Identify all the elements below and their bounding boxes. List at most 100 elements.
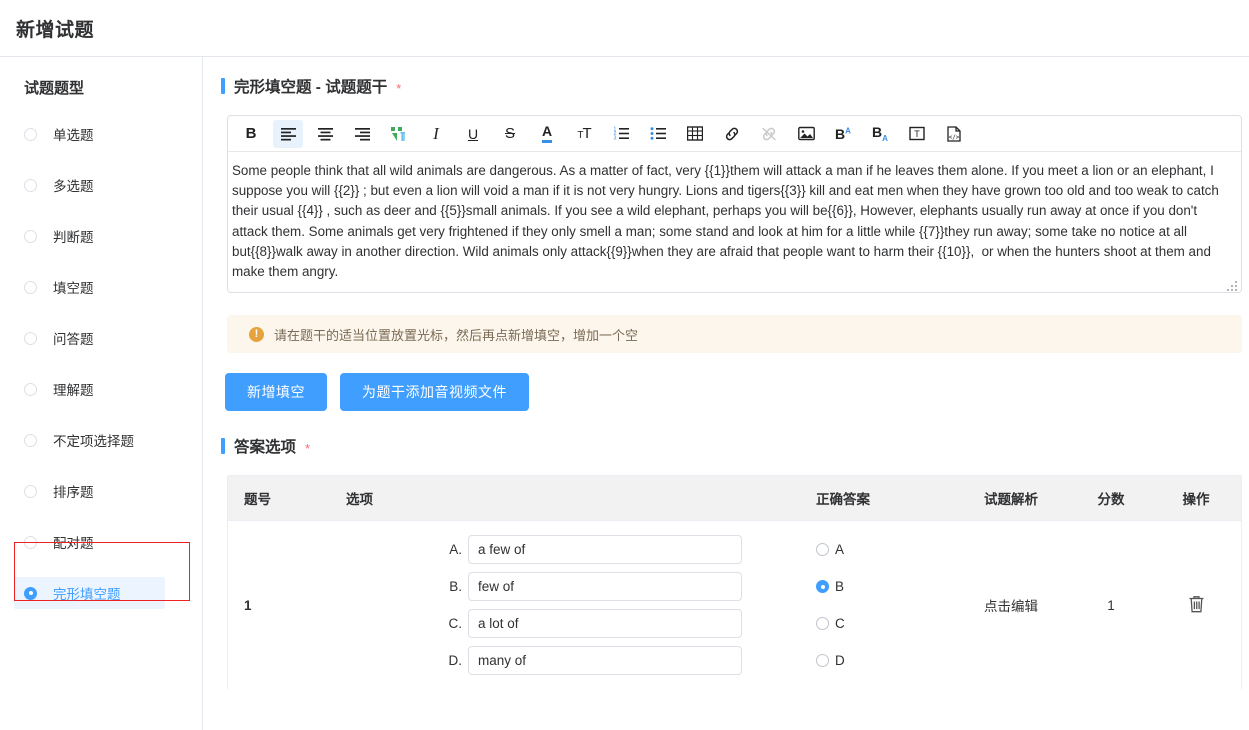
sidebar-item-7[interactable]: 不定项选择题 bbox=[0, 424, 202, 456]
answer-section-title: 答案选项 bbox=[234, 439, 297, 457]
radio-icon[interactable] bbox=[816, 543, 829, 557]
app-header: 新增试题 bbox=[0, 0, 1249, 57]
radio-icon[interactable] bbox=[24, 229, 37, 243]
sidebar-item-8[interactable]: 排序题 bbox=[0, 475, 202, 507]
blank-hint-alert: ! 请在题干的适当位置放置光标，然后再点新增填空，增加一个空 bbox=[227, 315, 1242, 354]
trash-icon[interactable] bbox=[1187, 594, 1206, 617]
sidebar: 试题题型 单选题多选题判断题填空题问答题理解题不定项选择题排序题配对题完形填空题 bbox=[0, 57, 203, 730]
option-line: C. bbox=[346, 609, 816, 639]
radio-icon[interactable] bbox=[24, 280, 37, 294]
edit-explanation-link[interactable]: 点击编辑 bbox=[984, 599, 1038, 614]
underline-icon[interactable]: U bbox=[458, 120, 488, 148]
blank-hint-text: 请在题干的适当位置放置光标，然后再点新增填空，增加一个空 bbox=[274, 327, 639, 343]
answer-section-header: 答案选项 * bbox=[221, 435, 1249, 457]
radio-icon[interactable] bbox=[816, 654, 829, 668]
add-media-button[interactable]: 为题干添加音视频文件 bbox=[340, 373, 529, 412]
align-center-icon[interactable] bbox=[310, 120, 340, 148]
radio-icon[interactable] bbox=[24, 484, 37, 498]
radio-icon[interactable] bbox=[24, 433, 37, 447]
column-header-1: 题号 bbox=[228, 476, 330, 522]
text-box-icon[interactable]: T bbox=[902, 120, 932, 148]
stem-passage-text[interactable]: Some people think that all wild animals … bbox=[232, 161, 1231, 282]
stem-editor-body[interactable]: Some people think that all wild animals … bbox=[228, 152, 1241, 292]
action-cell bbox=[1151, 521, 1241, 690]
bold-icon[interactable]: B bbox=[236, 120, 266, 148]
radio-icon[interactable] bbox=[816, 617, 829, 631]
correct-answer-option-A[interactable]: A bbox=[816, 535, 951, 564]
radio-icon[interactable] bbox=[24, 178, 37, 192]
align-right-icon[interactable] bbox=[347, 120, 377, 148]
option-input-2[interactable] bbox=[468, 572, 742, 602]
superscript-icon[interactable]: BA bbox=[828, 120, 858, 148]
page-title: 新增试题 bbox=[16, 19, 95, 41]
column-header-6: 操作 bbox=[1151, 476, 1241, 522]
sidebar-item-label: 排序题 bbox=[53, 485, 94, 500]
source-code-icon[interactable]: </> bbox=[939, 120, 969, 148]
link-icon[interactable] bbox=[717, 120, 747, 148]
radio-icon[interactable] bbox=[816, 580, 829, 594]
sidebar-item-3[interactable]: 判断题 bbox=[0, 220, 202, 252]
add-blank-button[interactable]: 新增填空 bbox=[225, 373, 327, 412]
option-letter: D. bbox=[448, 653, 463, 669]
table-body: 1 A. B. C. D. A B C D 点击编辑 1 bbox=[228, 521, 1241, 690]
sidebar-item-label: 完形填空题 bbox=[53, 587, 121, 602]
stem-editor: B I U S A TT 1 2 3 BA BA T </> Some people think tha… bbox=[227, 115, 1242, 294]
sidebar-title: 试题题型 bbox=[24, 80, 85, 97]
italic-icon[interactable]: I bbox=[421, 120, 451, 148]
unlink-icon bbox=[754, 120, 784, 148]
correct-answer-label: C bbox=[835, 616, 845, 632]
page-body: 试题题型 单选题多选题判断题填空题问答题理解题不定项选择题排序题配对题完形填空题… bbox=[0, 57, 1249, 730]
editor-resize-handle[interactable] bbox=[1227, 278, 1239, 292]
radio-icon[interactable] bbox=[24, 586, 37, 600]
table-header-row: 题号 选项 正确答案 试题解析 分数 操作 bbox=[228, 476, 1241, 522]
font-color-icon[interactable]: A bbox=[532, 120, 562, 148]
ordered-list-icon[interactable]: 123 bbox=[606, 120, 636, 148]
option-letter: A. bbox=[449, 542, 462, 558]
align-left-icon[interactable] bbox=[273, 119, 303, 148]
option-line: D. bbox=[346, 646, 816, 676]
sidebar-item-9[interactable]: 配对题 bbox=[0, 526, 202, 558]
column-header-5: 分数 bbox=[1071, 476, 1151, 522]
sidebar-item-label: 单选题 bbox=[53, 128, 94, 143]
table-icon[interactable] bbox=[680, 120, 710, 148]
sidebar-item-6[interactable]: 理解题 bbox=[0, 373, 202, 405]
image-icon[interactable] bbox=[791, 120, 821, 148]
radio-icon[interactable] bbox=[24, 382, 37, 396]
sidebar-item-4[interactable]: 填空题 bbox=[0, 271, 202, 303]
option-input-1[interactable] bbox=[468, 535, 742, 565]
question-type-radio-group: 单选题多选题判断题填空题问答题理解题不定项选择题排序题配对题完形填空题 bbox=[0, 118, 202, 609]
radio-icon[interactable] bbox=[24, 331, 37, 345]
unordered-list-icon[interactable] bbox=[643, 120, 673, 148]
correct-answer-option-B[interactable]: B bbox=[816, 572, 951, 601]
column-header-2: 选项 bbox=[330, 476, 816, 522]
editor-toolbar: B I U S A TT 1 2 3 BA BA T </> bbox=[228, 116, 1241, 152]
sidebar-item-1[interactable]: 单选题 bbox=[0, 118, 202, 150]
radio-icon[interactable] bbox=[24, 127, 37, 141]
option-line: A. bbox=[346, 535, 816, 565]
sidebar-item-10[interactable]: 完形填空题 bbox=[0, 577, 202, 609]
option-input-4[interactable] bbox=[468, 646, 742, 676]
sidebar-item-2[interactable]: 多选题 bbox=[0, 169, 202, 201]
stem-action-buttons: 新增填空 为题干添加音视频文件 bbox=[225, 373, 1249, 412]
table-row: 1 A. B. C. D. A B C D 点击编辑 1 bbox=[228, 521, 1241, 690]
option-input-3[interactable] bbox=[468, 609, 742, 639]
paragraph-mark-icon[interactable] bbox=[384, 120, 414, 148]
strikethrough-icon[interactable]: S bbox=[495, 120, 525, 148]
subscript-icon[interactable]: BA bbox=[865, 120, 895, 148]
column-header-3: 正确答案 bbox=[816, 476, 951, 522]
sidebar-item-label: 判断题 bbox=[53, 230, 94, 245]
correct-answer-option-D[interactable]: D bbox=[816, 646, 951, 675]
radio-icon[interactable] bbox=[24, 535, 37, 549]
explanation-cell[interactable]: 点击编辑 bbox=[951, 521, 1071, 690]
answer-options-table: 题号选项正确答案试题解析分数操作 1 A. B. C. D. A B C D 点击编辑 1 bbox=[228, 476, 1241, 689]
sidebar-item-label: 多选题 bbox=[53, 179, 94, 194]
svg-text:3: 3 bbox=[613, 136, 616, 141]
svg-text:T: T bbox=[914, 129, 920, 139]
option-line: B. bbox=[346, 572, 816, 602]
section-accent-bar bbox=[221, 438, 225, 455]
score-cell: 1 bbox=[1107, 597, 1115, 613]
option-letter: C. bbox=[448, 616, 463, 632]
font-size-icon[interactable]: TT bbox=[569, 120, 599, 148]
correct-answer-option-C[interactable]: C bbox=[816, 609, 951, 638]
sidebar-item-5[interactable]: 问答题 bbox=[0, 322, 202, 354]
